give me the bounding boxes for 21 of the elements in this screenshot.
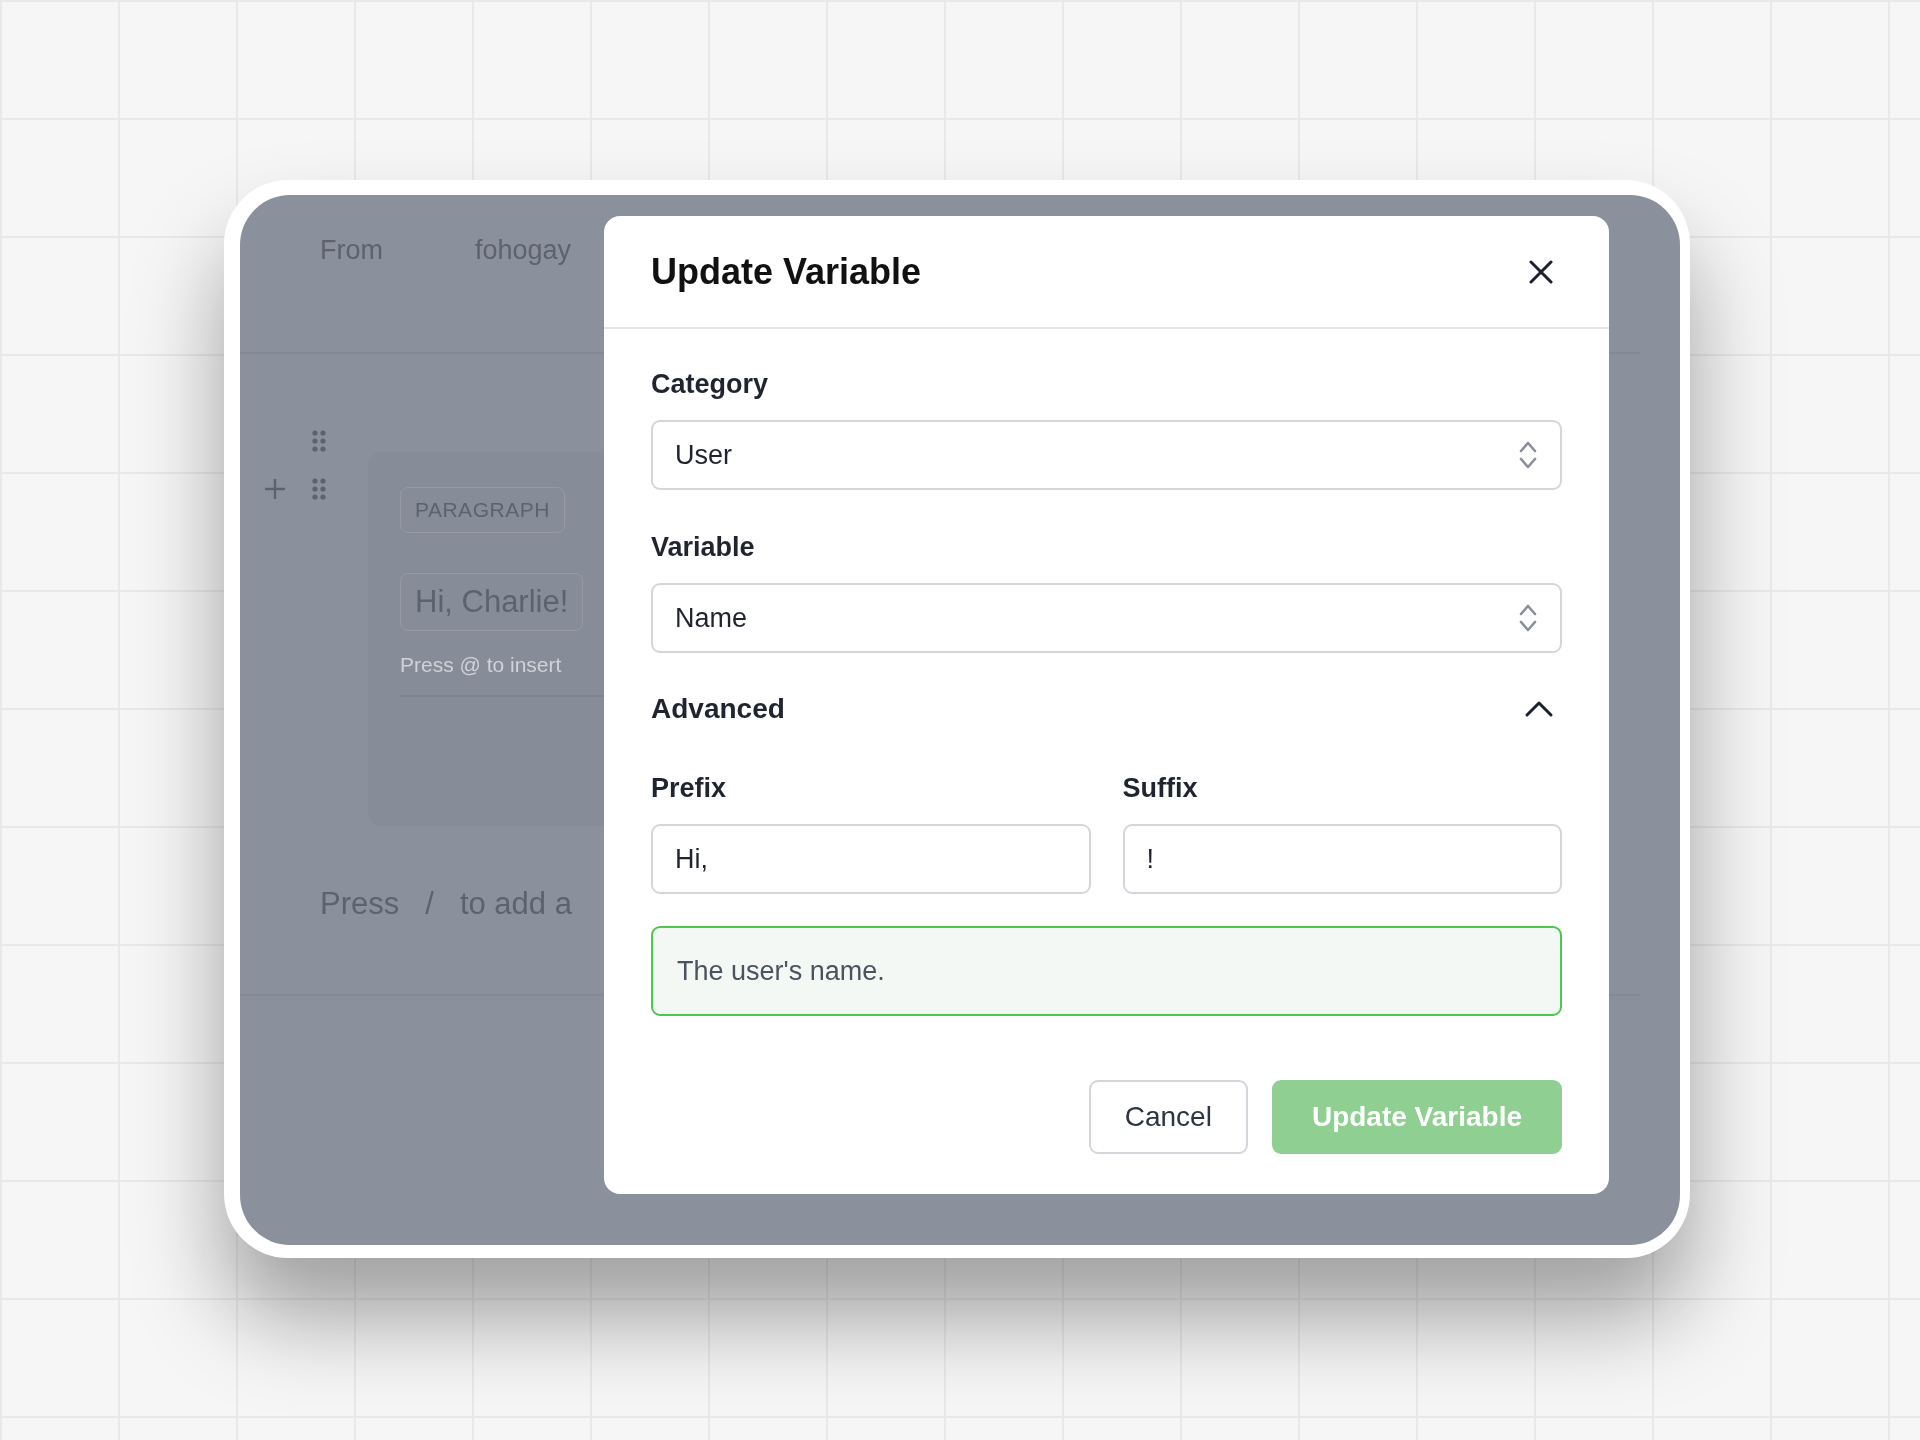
field-label: Suffix <box>1122 773 1198 804</box>
chevron-icon[interactable] <box>1524 700 1554 718</box>
add-block-hint: / <box>425 886 434 922</box>
select-field[interactable]: User <box>651 420 1562 490</box>
close-icon[interactable] <box>1529 259 1553 284</box>
up-down-chevron-icon <box>1518 603 1538 633</box>
drag-handle-icon[interactable] <box>312 430 326 452</box>
field-label: Category <box>651 369 769 400</box>
field-label: Variable <box>651 532 755 563</box>
up-down-chevron-icon <box>1518 440 1538 470</box>
cancel-button[interactable]: Cancel <box>1088 1080 1248 1154</box>
dialog-title: Update Variable <box>651 250 922 293</box>
drag-handle-icon[interactable] <box>312 478 326 500</box>
insert-hint: Press @ to insert <box>400 653 562 677</box>
select-field[interactable]: Name <box>651 583 1562 653</box>
description-box: The user's name. <box>651 926 1562 1016</box>
input-field[interactable]: Hi, <box>651 824 1091 894</box>
plus-icon[interactable] <box>264 478 286 500</box>
field-label: Prefix <box>651 773 727 804</box>
input-field[interactable]: ! <box>1122 824 1562 894</box>
section-heading: Advanced <box>651 693 785 725</box>
